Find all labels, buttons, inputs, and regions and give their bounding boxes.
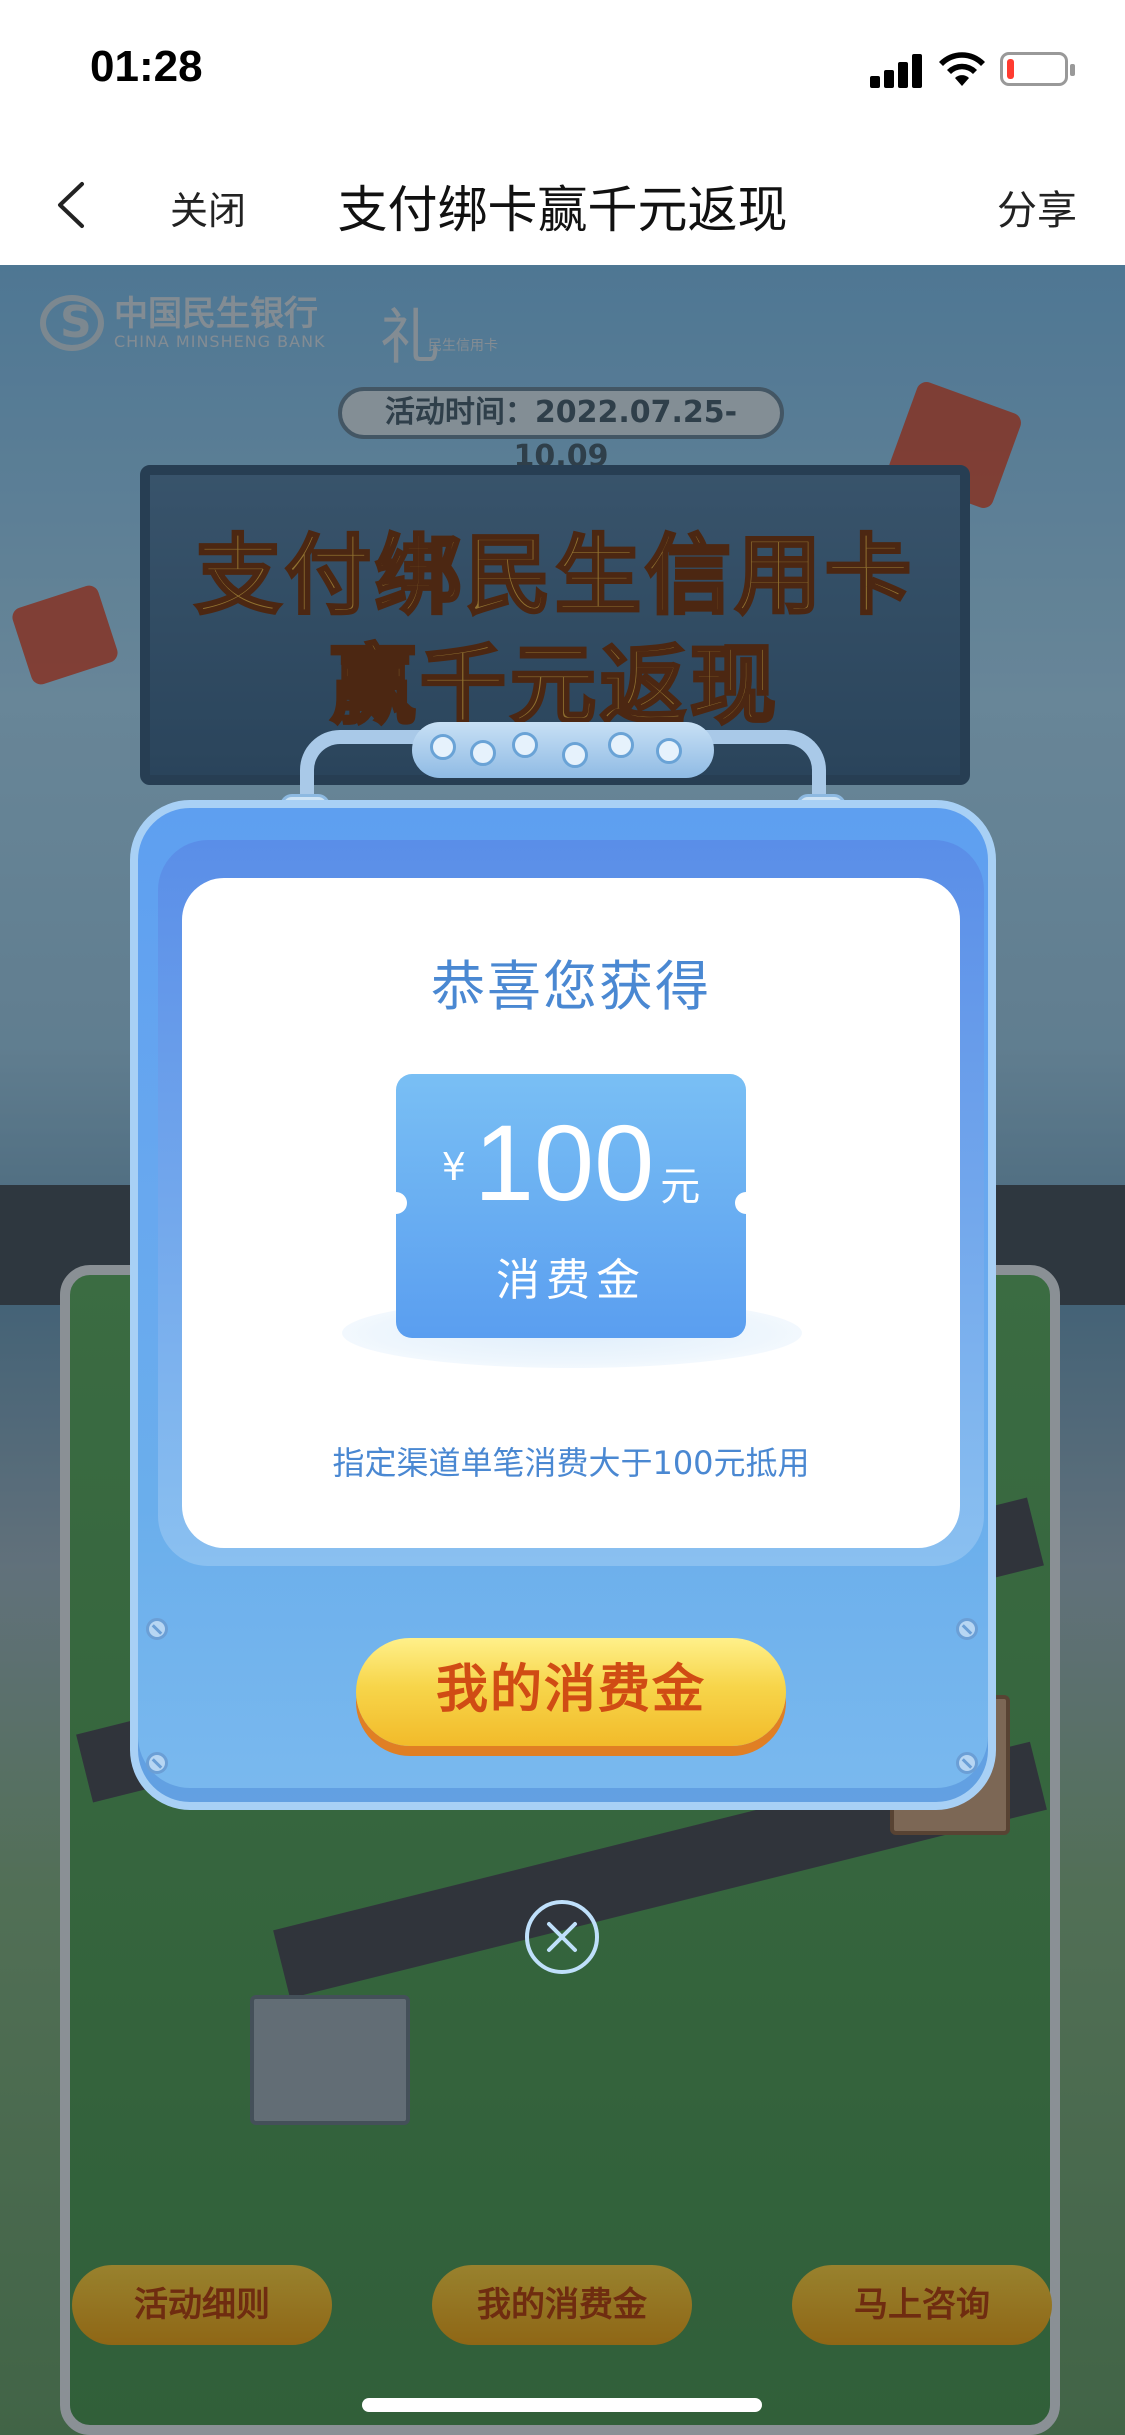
reward-dialog: 恭喜您获得 ¥100 元 消费金 指定渠道单笔消费大于100元抵用 我的消费金 <box>130 722 996 1810</box>
close-x-icon <box>547 1922 577 1952</box>
battery-icon <box>1000 52 1075 86</box>
handle-bubble <box>608 732 634 758</box>
screw-decoration <box>146 1752 168 1774</box>
wifi-icon <box>939 52 985 86</box>
handle-bubble <box>512 732 538 758</box>
handle-bubble <box>430 734 456 760</box>
page-title: 支付绑卡赢千元返现 <box>337 181 788 239</box>
coupon-ticket: ¥100 元 消费金 <box>385 1074 757 1338</box>
dialog-frame: 恭喜您获得 ¥100 元 消费金 指定渠道单笔消费大于100元抵用 我的消费金 <box>130 800 996 1810</box>
coupon-label: 消费金 <box>496 1255 646 1306</box>
nav-bar: 关闭 支付绑卡赢千元返现 分享 <box>0 140 1125 265</box>
handle-bubble <box>470 740 496 766</box>
coupon-amount-row: ¥100 元 <box>396 1100 746 1225</box>
close-circle-icon[interactable] <box>525 1900 599 1974</box>
status-bar: 01:28 <box>0 0 1125 140</box>
coupon-usage-note: 指定渠道单笔消费大于100元抵用 <box>332 1444 810 1482</box>
screw-decoration <box>146 1618 168 1640</box>
coupon-unit: 元 <box>660 1164 701 1210</box>
my-coupon-button[interactable]: 我的消费金 <box>356 1638 786 1746</box>
signal-icon <box>870 52 926 88</box>
handle-bubble <box>656 738 682 764</box>
handle-grip <box>412 722 714 778</box>
coupon-currency: ¥ <box>441 1145 466 1189</box>
reward-card: 恭喜您获得 ¥100 元 消费金 指定渠道单笔消费大于100元抵用 <box>182 878 960 1548</box>
status-time: 01:28 <box>90 42 203 91</box>
share-button[interactable]: 分享 <box>997 178 1077 236</box>
coupon-amount: 100 <box>473 1102 655 1223</box>
handle-bubble <box>562 742 588 768</box>
screw-decoration <box>956 1752 978 1774</box>
battery-level <box>1007 59 1014 79</box>
screw-decoration <box>956 1618 978 1640</box>
home-indicator[interactable] <box>362 2398 762 2412</box>
reward-title: 恭喜您获得 <box>431 955 711 1018</box>
